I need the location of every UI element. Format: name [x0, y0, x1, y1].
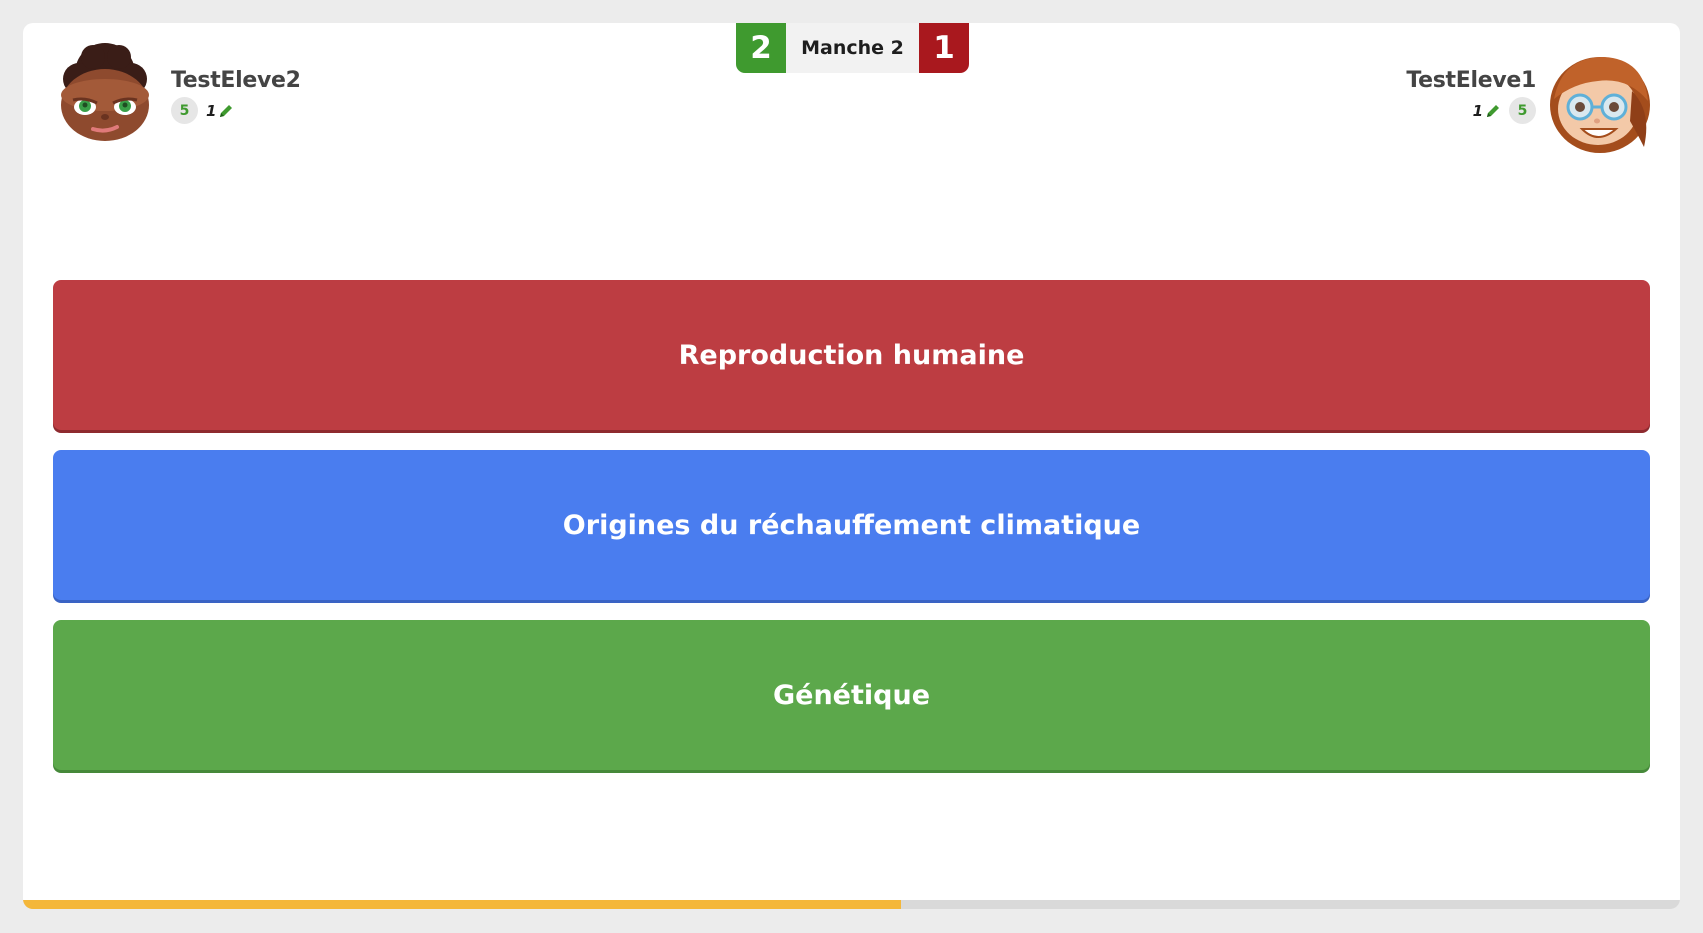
- choice-button-1[interactable]: Reproduction humaine: [53, 280, 1650, 430]
- choice-button-2[interactable]: Origines du réchauffement climatique: [53, 450, 1650, 600]
- player-right: TestEleve1 1 5: [1406, 51, 1652, 155]
- choice-label: Reproduction humaine: [678, 339, 1025, 371]
- game-card: 2 Manche 2 1 TestEleve2 5 1 TestEleve1 1…: [23, 23, 1680, 909]
- score-banner: 2 Manche 2 1: [736, 23, 969, 73]
- score-left: 2: [736, 23, 786, 73]
- pencil-icon: [1487, 104, 1499, 117]
- player-left: TestEleve2 5 1: [53, 43, 301, 147]
- timer-progress-fill: [23, 900, 902, 909]
- pen-count-value: 1: [1472, 101, 1483, 120]
- player-right-name: TestEleve1: [1406, 68, 1536, 93]
- timer-progress-bar: [23, 900, 1680, 909]
- level-badge: 5: [171, 97, 198, 124]
- pen-count: 1: [206, 102, 234, 120]
- girl-avatar-icon: [1550, 57, 1650, 153]
- player-left-stats: 5 1: [171, 97, 301, 124]
- boy-avatar-icon: [61, 43, 149, 141]
- player-right-stats: 1 5: [1406, 97, 1536, 124]
- player-left-name: TestEleve2: [171, 68, 301, 93]
- pen-count-value: 1: [206, 101, 217, 120]
- choice-label: Génétique: [772, 679, 931, 711]
- round-label: Manche 2: [786, 23, 919, 73]
- score-right: 1: [919, 23, 969, 73]
- pencil-icon: [220, 104, 233, 117]
- pen-count: 1: [1473, 102, 1501, 120]
- choice-button-3[interactable]: Génétique: [53, 620, 1650, 770]
- choice-label: Origines du réchauffement climatique: [562, 509, 1141, 541]
- level-badge: 5: [1509, 97, 1536, 124]
